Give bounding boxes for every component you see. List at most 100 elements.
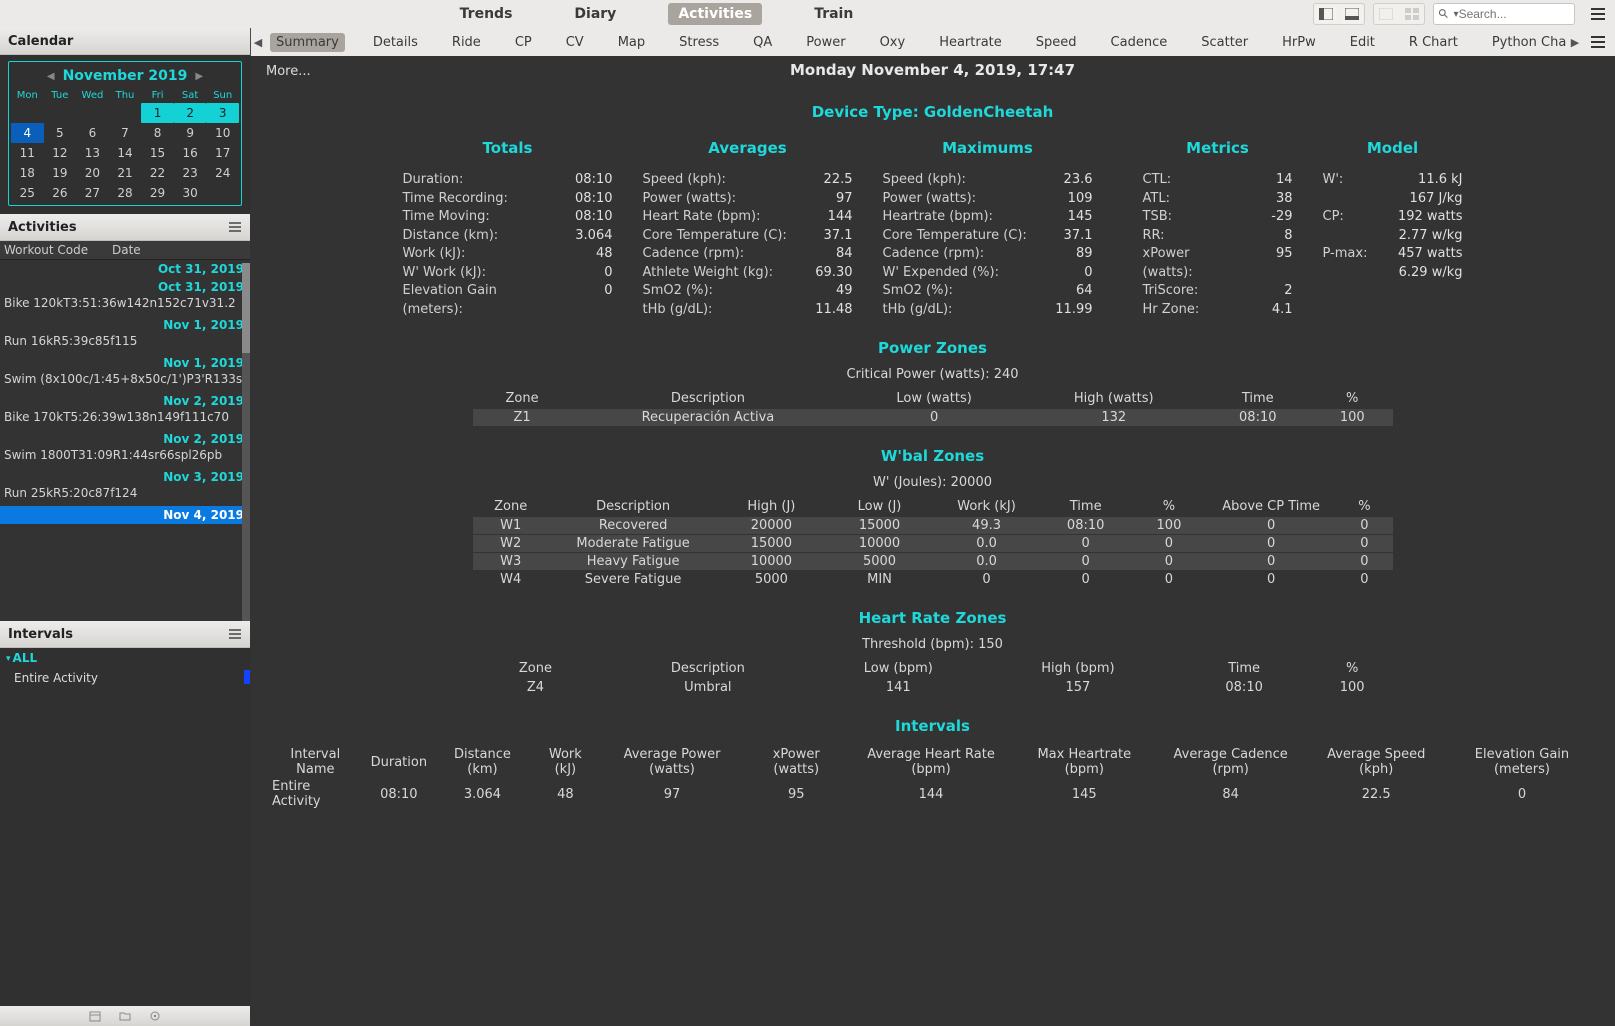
calendar-dow: Fri bbox=[141, 88, 174, 103]
activities-head-date[interactable]: Date bbox=[112, 243, 141, 257]
calendar-day[interactable]: 17 bbox=[206, 143, 239, 163]
stat-row: xPower (watts):95 bbox=[1143, 245, 1293, 282]
sidebar-toggle-button[interactable] bbox=[1315, 5, 1337, 23]
bottombar-toggle-button[interactable] bbox=[1341, 5, 1363, 23]
activity-desc[interactable]: Swim 1800T31:09R1:44sr66spl26pb bbox=[0, 448, 250, 468]
calendar-day[interactable]: 10 bbox=[206, 123, 239, 143]
chart-tab-cadence[interactable]: Cadence bbox=[1105, 33, 1174, 52]
chart-tab-scatter[interactable]: Scatter bbox=[1195, 33, 1254, 52]
power-zones-note: Critical Power (watts): 240 bbox=[266, 367, 1599, 382]
calendar-day[interactable]: 5 bbox=[44, 123, 77, 143]
activities-head-code[interactable]: Workout Code bbox=[4, 243, 108, 257]
chart-tab-stress[interactable]: Stress bbox=[673, 33, 725, 52]
main-tab-diary[interactable]: Diary bbox=[564, 3, 626, 25]
calendar-day[interactable]: 4 bbox=[11, 123, 44, 143]
folder-icon[interactable] bbox=[119, 1010, 131, 1022]
interval-item[interactable]: Entire Activity bbox=[0, 668, 250, 688]
stat-value: 6.29 w/kg bbox=[1399, 264, 1463, 283]
chart-tab-speed[interactable]: Speed bbox=[1030, 33, 1083, 52]
chart-tab-map[interactable]: Map bbox=[612, 33, 651, 52]
chart-tab-hrpw[interactable]: HrPw bbox=[1276, 33, 1322, 52]
calendar-header: ◀ November 2019 ▶ bbox=[11, 64, 239, 88]
calendar-day[interactable]: 6 bbox=[76, 123, 109, 143]
calendar-day[interactable]: 8 bbox=[141, 123, 174, 143]
chart-tab-qa[interactable]: QA bbox=[747, 33, 778, 52]
chart-tab-summary[interactable]: Summary bbox=[270, 33, 345, 52]
stat-value: 49 bbox=[801, 282, 853, 301]
stat-row: tHb (g/dL):11.99 bbox=[883, 301, 1093, 320]
calendar-day[interactable]: 25 bbox=[11, 183, 44, 203]
chart-tab-cv[interactable]: CV bbox=[560, 33, 590, 52]
activities-scroll-thumb[interactable] bbox=[242, 263, 250, 353]
calendar-day[interactable]: 27 bbox=[76, 183, 109, 203]
calendar-day[interactable]: 15 bbox=[141, 143, 174, 163]
calendar-day[interactable]: 22 bbox=[141, 163, 174, 183]
calendar-day[interactable]: 18 bbox=[11, 163, 44, 183]
chart-tab-details[interactable]: Details bbox=[367, 33, 424, 52]
activity-date[interactable]: Oct 31, 2019 bbox=[0, 278, 250, 296]
calendar-day[interactable]: 29 bbox=[141, 183, 174, 203]
app-menu-icon[interactable] bbox=[1589, 5, 1607, 23]
activity-desc[interactable]: Bike 120kT3:51:36w142n152c71v31.2 bbox=[0, 296, 250, 316]
activity-desc[interactable]: Swim (8x100c/1:45+8x50c/1')P3'R133sr67sp… bbox=[0, 372, 250, 392]
calendar-icon[interactable] bbox=[89, 1010, 101, 1022]
tabbed-view-button[interactable] bbox=[1401, 5, 1423, 23]
activity-desc[interactable]: Bike 170kT5:26:39w138n149f111c70 bbox=[0, 410, 250, 430]
stat-row: Core Temperature (C):37.1 bbox=[883, 227, 1093, 246]
calendar-day[interactable]: 20 bbox=[76, 163, 109, 183]
activity-desc[interactable]: Run 16kR5:39c85f115 bbox=[0, 334, 250, 354]
calendar-day[interactable]: 3 bbox=[206, 103, 239, 123]
activities-menu-icon[interactable] bbox=[228, 220, 242, 234]
calendar-prev-icon[interactable]: ◀ bbox=[47, 71, 55, 82]
chart-tab-cp[interactable]: CP bbox=[509, 33, 538, 52]
calendar-day[interactable]: 7 bbox=[109, 123, 142, 143]
activity-desc[interactable]: Run 25kR5:20c87f124 bbox=[0, 486, 250, 506]
intervals-all-item[interactable]: ▾ALL bbox=[0, 648, 250, 668]
search-box[interactable]: ▾ bbox=[1433, 3, 1575, 25]
main-tab-activities[interactable]: Activities bbox=[668, 3, 762, 25]
gear-icon[interactable] bbox=[149, 1010, 161, 1022]
calendar-day[interactable]: 19 bbox=[44, 163, 77, 183]
tree-collapse-icon[interactable]: ▾ bbox=[6, 654, 11, 664]
calendar-day[interactable]: 21 bbox=[109, 163, 142, 183]
chart-menu-icon[interactable] bbox=[1589, 33, 1607, 51]
calendar-day[interactable]: 14 bbox=[109, 143, 142, 163]
activity-date[interactable]: Oct 31, 2019 bbox=[0, 260, 250, 278]
chart-tab-r-chart[interactable]: R Chart bbox=[1403, 33, 1464, 52]
calendar-day[interactable]: 23 bbox=[174, 163, 207, 183]
calendar-day[interactable]: 9 bbox=[174, 123, 207, 143]
intervals-table: Interval NameDurationDistance (km)Work (… bbox=[266, 745, 1599, 809]
activity-date[interactable]: Nov 4, 2019 bbox=[0, 506, 250, 524]
activity-date[interactable]: Nov 2, 2019 bbox=[0, 392, 250, 410]
calendar-day[interactable]: 30 bbox=[174, 183, 207, 203]
calendar-next-icon[interactable]: ▶ bbox=[195, 71, 203, 82]
calendar-day bbox=[109, 103, 142, 123]
top-menu-bar: Trends Diary Activities Train ▾ bbox=[0, 0, 1615, 29]
calendar-day[interactable]: 11 bbox=[11, 143, 44, 163]
activity-date[interactable]: Nov 1, 2019 bbox=[0, 354, 250, 372]
calendar-day[interactable]: 26 bbox=[44, 183, 77, 203]
activity-date[interactable]: Nov 3, 2019 bbox=[0, 468, 250, 486]
intervals-menu-icon[interactable] bbox=[228, 627, 242, 641]
calendar-day[interactable]: 24 bbox=[206, 163, 239, 183]
calendar-day[interactable]: 2 bbox=[174, 103, 207, 123]
calendar-day[interactable]: 12 bbox=[44, 143, 77, 163]
chart-tab-ride[interactable]: Ride bbox=[446, 33, 487, 52]
chart-tab-edit[interactable]: Edit bbox=[1344, 33, 1381, 52]
calendar-day[interactable]: 28 bbox=[109, 183, 142, 203]
activity-date[interactable]: Nov 2, 2019 bbox=[0, 430, 250, 448]
charttabs-scroll-left[interactable]: ◀ bbox=[250, 36, 266, 49]
calendar-day[interactable]: 16 bbox=[174, 143, 207, 163]
calendar-day[interactable]: 1 bbox=[141, 103, 174, 123]
charttabs-scroll-right[interactable]: ▶ bbox=[1567, 36, 1583, 49]
activity-date[interactable]: Nov 1, 2019 bbox=[0, 316, 250, 334]
main-tab-trends[interactable]: Trends bbox=[450, 3, 523, 25]
calendar-day[interactable]: 13 bbox=[76, 143, 109, 163]
chart-tab-oxy[interactable]: Oxy bbox=[874, 33, 912, 52]
chart-tab-python-chart[interactable]: Python Chart bbox=[1486, 33, 1567, 52]
chart-tab-power[interactable]: Power bbox=[800, 33, 851, 52]
tiled-view-button[interactable] bbox=[1375, 5, 1397, 23]
chart-tab-heartrate[interactable]: Heartrate bbox=[933, 33, 1008, 52]
main-tab-train[interactable]: Train bbox=[804, 3, 863, 25]
search-input[interactable] bbox=[1459, 7, 1574, 21]
